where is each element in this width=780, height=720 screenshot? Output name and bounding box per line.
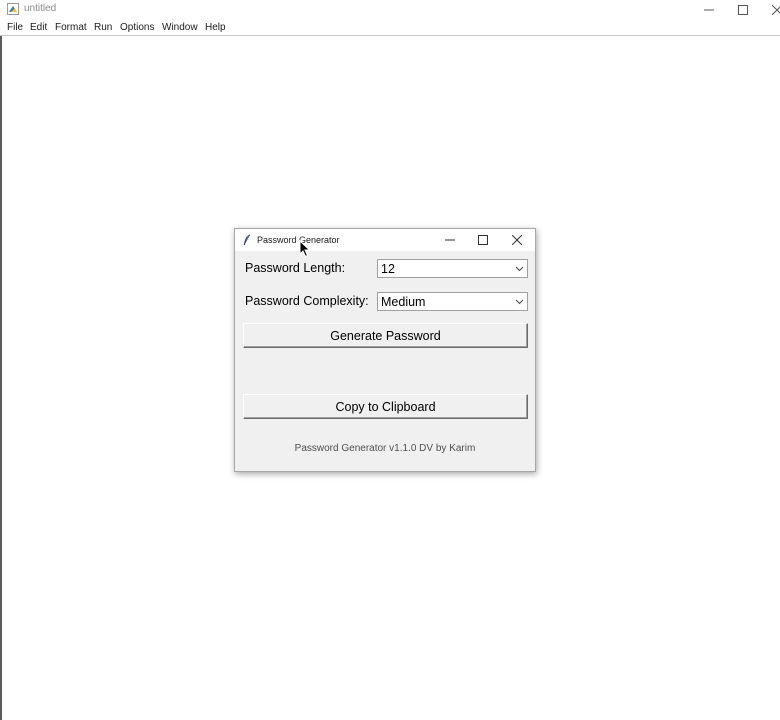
close-icon — [512, 235, 522, 245]
menu-options[interactable]: Options — [120, 22, 154, 33]
dialog-close-button[interactable] — [505, 232, 529, 248]
minimize-icon — [445, 239, 455, 241]
password-complexity-combobox[interactable]: Medium — [377, 292, 528, 311]
password-length-value: 12 — [381, 262, 395, 276]
menu-format[interactable]: Format — [55, 22, 87, 33]
maximize-icon — [478, 235, 488, 245]
close-icon — [772, 4, 780, 15]
close-button[interactable] — [760, 0, 780, 19]
python-idle-icon — [7, 3, 19, 15]
dialog-titlebar[interactable]: Password Generator — [235, 229, 535, 251]
dialog-minimize-button[interactable] — [438, 232, 462, 248]
main-titlebar[interactable]: untitled — [0, 0, 780, 19]
mouse-cursor-icon — [299, 240, 311, 258]
chevron-down-icon[interactable] — [515, 264, 524, 273]
password-length-combobox[interactable]: 12 — [377, 259, 528, 278]
menu-file[interactable]: File — [7, 22, 23, 33]
generate-password-button[interactable]: Generate Password — [243, 323, 528, 348]
menubar: File Edit Format Run Options Window Help — [0, 19, 780, 36]
feather-icon — [244, 234, 251, 245]
version-footer: Password Generator v1.1.0 DV by Karim — [294, 443, 476, 454]
window-title: untitled — [24, 3, 57, 14]
minimize-icon — [704, 9, 714, 10]
password-complexity-label: Password Complexity: — [245, 294, 369, 308]
maximize-icon — [738, 4, 748, 15]
maximize-button[interactable] — [726, 0, 760, 19]
menu-window[interactable]: Window — [162, 22, 198, 33]
password-complexity-value: Medium — [381, 295, 426, 309]
menu-run[interactable]: Run — [94, 22, 112, 33]
menu-edit[interactable]: Edit — [30, 22, 47, 33]
chevron-down-icon[interactable] — [515, 297, 524, 306]
minimize-button[interactable] — [692, 0, 726, 19]
password-generator-dialog: Password Generator Password Length: 12 P… — [234, 228, 536, 472]
dialog-maximize-button[interactable] — [471, 232, 495, 248]
password-length-label: Password Length: — [245, 261, 346, 275]
copy-to-clipboard-button[interactable]: Copy to Clipboard — [243, 394, 528, 419]
menu-help[interactable]: Help — [205, 22, 226, 33]
